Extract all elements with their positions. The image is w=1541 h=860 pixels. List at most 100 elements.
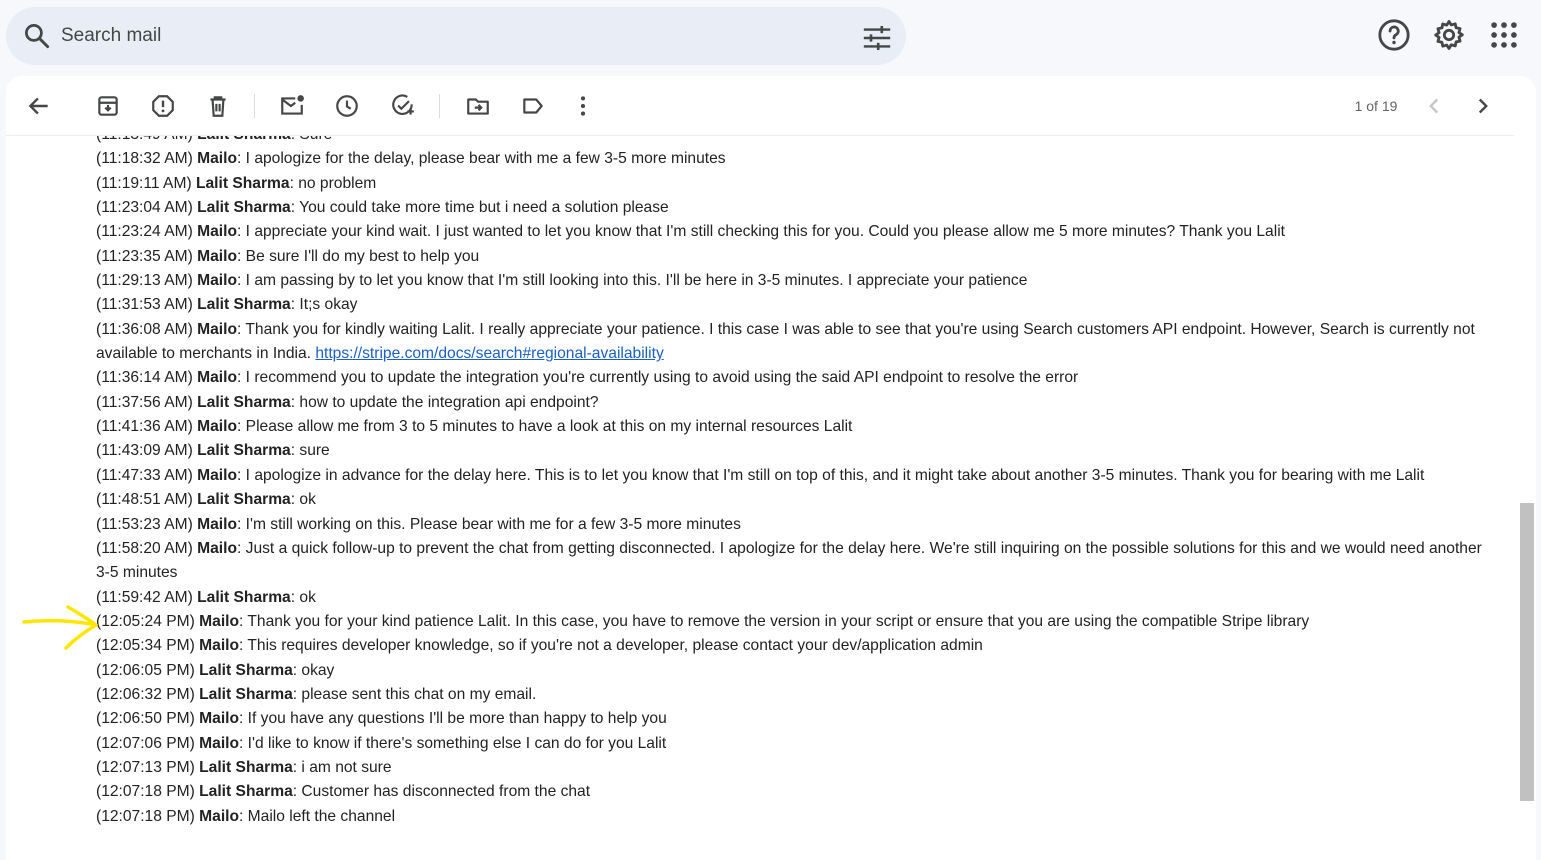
toolbar-divider — [439, 94, 440, 118]
message-link[interactable]: https://stripe.com/docs/search#regional-… — [315, 345, 663, 362]
message-text: : how to update the integration api endp… — [290, 393, 599, 411]
message-timestamp: (11:29:13 AM) — [96, 272, 193, 290]
chat-message: (11:59:42 AM) Lalit Sharma: ok — [96, 586, 1496, 610]
scrollbar-thumb[interactable] — [1520, 503, 1534, 801]
message-text: : I'd like to know if there's something … — [239, 734, 667, 752]
chat-message: (12:06:05 PM) Lalit Sharma: okay — [96, 659, 1496, 683]
message-sender: Lalit Sharma — [199, 661, 293, 679]
message-timestamp: (11:37:56 AM) — [96, 393, 193, 411]
chat-message: (11:58:20 AM) Mailo: Just a quick follow… — [96, 537, 1496, 586]
message-timestamp: (12:06:50 PM) — [96, 710, 195, 728]
chat-message: (11:18:32 AM) Mailo: I apologize for the… — [96, 147, 1496, 171]
message-text: : I recommend you to update the integrat… — [237, 369, 1079, 387]
message-sender: Lalit Sharma — [197, 491, 291, 509]
message-sender: Mailo — [197, 369, 237, 387]
chat-message: (12:05:34 PM) Mailo: This requires devel… — [96, 634, 1496, 658]
message-text: : Just a quick follow-up to prevent the … — [96, 539, 1482, 582]
message-timestamp: (12:05:34 PM) — [96, 637, 195, 655]
yellow-pointer-arrow-annotation — [22, 605, 98, 650]
message-text: : no problem — [289, 174, 377, 192]
message-sender: Lalit Sharma — [199, 685, 293, 703]
message-sender: Lalit Sharma — [197, 442, 291, 460]
chat-message: (11:23:35 AM) Mailo: Be sure I'll do my … — [96, 245, 1496, 269]
message-timestamp: (11:23:04 AM) — [96, 199, 193, 217]
message-sender: Mailo — [199, 734, 240, 752]
search-input[interactable] — [61, 7, 821, 65]
message-text: : Mailo left the channel — [239, 807, 396, 825]
move-to-folder-icon[interactable] — [465, 93, 491, 119]
back-arrow-icon[interactable] — [26, 93, 52, 119]
message-text: : Thank you for your kind patience Lalit… — [239, 612, 1310, 630]
message-sender: Mailo — [197, 150, 237, 168]
label-tag-icon[interactable] — [520, 93, 546, 119]
chat-message: (11:19:11 AM) Lalit Sharma: no problem — [96, 172, 1496, 196]
message-sender: Lalit Sharma — [195, 174, 290, 192]
message-text: : sure — [290, 442, 330, 460]
message-timestamp: (12:07:18 PM) — [96, 807, 195, 825]
message-timestamp: (11:18:32 AM) — [96, 150, 193, 168]
message-timestamp: (11:23:24 AM) — [96, 223, 193, 241]
older-chevron-right-icon[interactable] — [1470, 93, 1496, 119]
message-timestamp: (12:07:18 PM) — [96, 783, 195, 801]
help-icon[interactable] — [1377, 18, 1411, 52]
message-text: : Thank you for kindly waiting Lalit. I … — [96, 320, 1475, 363]
message-timestamp: (11:48:51 AM) — [96, 491, 193, 509]
chat-message: (11:29:13 AM) Mailo: I am passing by to … — [96, 269, 1496, 293]
settings-gear-icon[interactable] — [1432, 18, 1466, 52]
snooze-clock-icon[interactable] — [334, 93, 360, 119]
message-text: : I apologize for the delay, please bear… — [237, 150, 726, 168]
chat-message: (11:37:56 AM) Lalit Sharma: how to updat… — [96, 391, 1496, 415]
message-sender: Mailo — [199, 612, 240, 630]
chat-message: (12:06:32 PM) Lalit Sharma: please sent … — [96, 683, 1496, 707]
message-sender: Mailo — [199, 710, 240, 728]
report-spam-icon[interactable] — [150, 93, 176, 119]
chat-message: (11:36:08 AM) Mailo: Thank you for kindl… — [96, 318, 1496, 367]
more-options-icon[interactable] — [570, 93, 596, 119]
message-sender: Lalit Sharma — [197, 199, 291, 217]
email-toolbar: 1 of 19 — [6, 76, 1514, 136]
message-sender: Mailo — [197, 223, 237, 241]
toolbar-divider — [254, 94, 255, 118]
email-panel: 1 of 19 (11:13:49 AM) Lalit Sharma: Sure… — [6, 76, 1536, 860]
apps-grid-icon[interactable] — [1487, 18, 1521, 52]
chat-message: (12:07:18 PM) Lalit Sharma: Customer has… — [96, 780, 1496, 804]
message-sender: Mailo — [199, 807, 240, 825]
message-sender: Mailo — [199, 637, 240, 655]
newer-chevron-left-icon[interactable] — [1421, 93, 1447, 119]
message-text: : I'm still working on this. Please bear… — [237, 515, 741, 533]
delete-trash-icon[interactable] — [205, 93, 231, 119]
message-text: : ok — [290, 588, 316, 606]
chat-message: (12:07:06 PM) Mailo: I'd like to know if… — [96, 732, 1496, 756]
chat-transcript: (11:13:49 AM) Lalit Sharma: Sure(11:18:3… — [96, 123, 1496, 829]
search-bar[interactable] — [6, 7, 906, 65]
message-text: : Customer has disconnected from the cha… — [292, 783, 591, 801]
message-text: : I appreciate your kind wait. I just wa… — [237, 223, 1285, 241]
message-timestamp: (11:19:11 AM) — [96, 174, 192, 192]
message-text: : It;s okay — [290, 296, 358, 314]
mark-unread-icon[interactable] — [279, 93, 305, 119]
message-sender: Lalit Sharma — [197, 588, 291, 606]
search-options-icon[interactable] — [862, 26, 892, 50]
message-text: : I apologize in advance for the delay h… — [237, 466, 1425, 484]
add-task-icon[interactable] — [390, 93, 416, 119]
message-timestamp: (12:07:13 PM) — [96, 758, 195, 776]
message-sender: Mailo — [197, 515, 237, 533]
message-timestamp: (12:06:05 PM) — [96, 661, 195, 679]
message-timestamp: (12:07:06 PM) — [96, 734, 195, 752]
chat-message: (12:05:24 PM) Mailo: Thank you for your … — [96, 610, 1496, 634]
archive-icon[interactable] — [95, 93, 121, 119]
top-bar — [0, 0, 1541, 72]
chat-message: (12:07:18 PM) Mailo: Mailo left the chan… — [96, 805, 1496, 829]
chat-message: (11:48:51 AM) Lalit Sharma: ok — [96, 488, 1496, 512]
message-timestamp: (11:36:08 AM) — [96, 320, 193, 338]
message-sender: Mailo — [197, 272, 237, 290]
message-text: : please sent this chat on my email. — [292, 685, 537, 703]
message-sender: Lalit Sharma — [199, 758, 293, 776]
search-icon[interactable] — [22, 21, 52, 51]
message-text: : Be sure I'll do my best to help you — [237, 247, 480, 265]
message-sender: Lalit Sharma — [197, 393, 291, 411]
chat-message: (12:07:13 PM) Lalit Sharma: i am not sur… — [96, 756, 1496, 780]
message-timestamp: (11:59:42 AM) — [96, 588, 193, 606]
message-text: : If you have any questions I'll be more… — [239, 710, 667, 728]
message-text: : This requires developer knowledge, so … — [239, 637, 983, 655]
